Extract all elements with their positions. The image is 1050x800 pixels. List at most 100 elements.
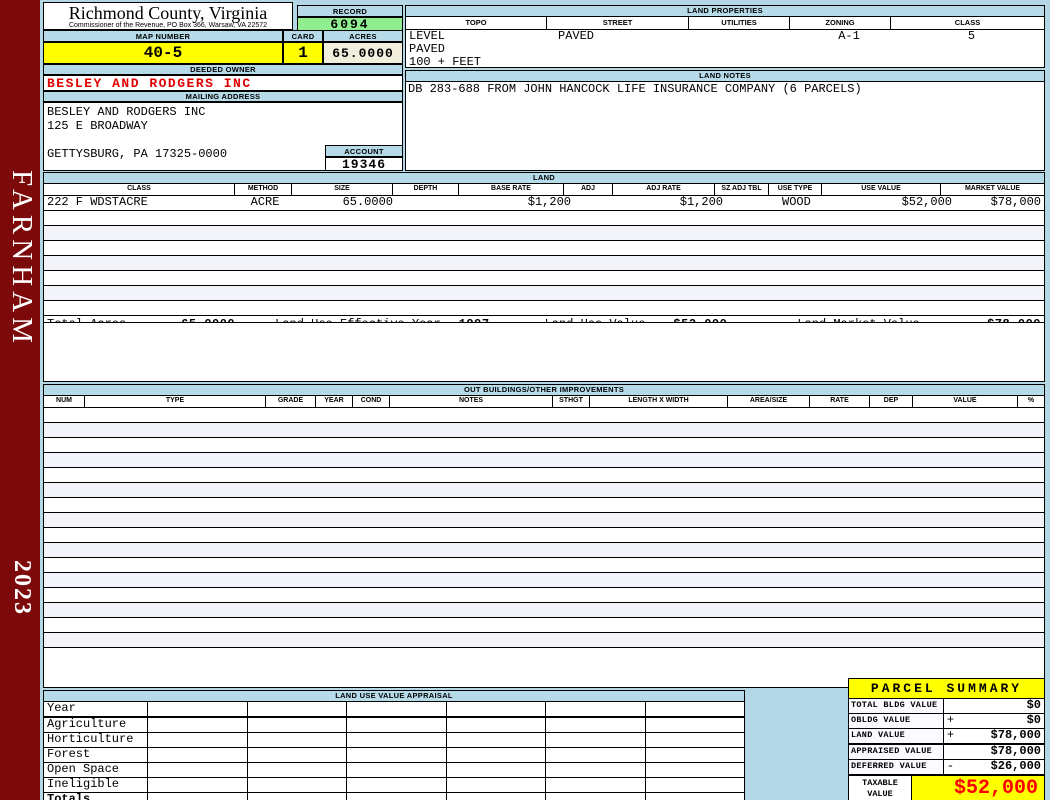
deeded-owner-value: BESLEY AND RODGERS INC (43, 75, 403, 91)
utilities-value (699, 30, 799, 69)
col-area-size: AREA/SIZE (728, 396, 810, 407)
commissioner-line: Commissioner of the Revenue, PO Box 366,… (68, 22, 268, 29)
appraisal-row-open-space: Open Space (44, 763, 744, 778)
operator: - (946, 759, 955, 773)
col-notes: NOTES (390, 396, 553, 407)
col-topo: TOPO (406, 17, 547, 29)
empty-row (44, 256, 1044, 271)
col-base-rate: BASE RATE (459, 184, 564, 195)
col-length-width: LENGTH X WIDTH (590, 396, 728, 407)
appraisal-row-forest: Forest (44, 748, 744, 763)
card-header: CARD (283, 30, 323, 42)
empty-row (44, 286, 1044, 301)
empty-row (44, 573, 1044, 588)
account-header: ACCOUNT (325, 145, 403, 157)
operator: + (946, 713, 955, 727)
parcel-summary-row-taxable: TAXABLE VALUE $52,000 (849, 776, 1044, 800)
empty-row (44, 301, 1044, 316)
empty-row (44, 528, 1044, 543)
land-properties-table: LAND PROPERTIES TOPO STREET UTILITIES ZO… (405, 5, 1045, 69)
acres-value: 65.0000 (323, 42, 403, 64)
topo-values: LEVEL PAVED 100 + FEET (409, 30, 482, 69)
card-value: 1 (283, 42, 323, 64)
appraisal-row-totals: Totals (44, 793, 744, 800)
empty-row (44, 498, 1044, 513)
account-value: 19346 (325, 157, 403, 171)
col-utilities: UTILITIES (689, 17, 790, 29)
col-depth: DEPTH (393, 184, 459, 195)
col-class: CLASS (954, 18, 981, 27)
record-header: RECORD (297, 5, 403, 17)
class-value: 5 (967, 30, 976, 43)
col-use-value: USE VALUE (822, 184, 941, 195)
out-buildings-columns: NUM TYPE GRADE YEAR COND NOTES STHGT LEN… (44, 396, 1044, 408)
empty-row (44, 618, 1044, 633)
col-rate: RATE (810, 396, 870, 407)
appraisal-row-year: Year (44, 702, 744, 718)
col-year: YEAR (316, 396, 353, 407)
col-type: TYPE (85, 396, 266, 407)
address-line: 125 E BROADWAY (47, 119, 148, 133)
land-table-title: LAND (44, 173, 1044, 184)
empty-row (44, 271, 1044, 286)
empty-row (44, 633, 1044, 648)
deeded-owner-header: DEEDED OWNER (43, 64, 403, 75)
out-buildings-title: OUT BUILDINGS/OTHER IMPROVEMENTS (44, 385, 1044, 396)
appraisal-row-agriculture: Agriculture (44, 718, 744, 733)
empty-row (44, 241, 1044, 256)
col-dep: DEP (870, 396, 913, 407)
empty-row (44, 211, 1044, 226)
col-method: METHOD (235, 184, 292, 195)
col-size: SIZE (292, 184, 393, 195)
col-class: CLASS (44, 184, 235, 195)
land-properties-title: LAND PROPERTIES (406, 6, 1044, 17)
county-title-box: Richmond County, Virginia Commissioner o… (43, 2, 293, 30)
col-use-type: USE TYPE (769, 184, 822, 195)
land-row: 222 F WDSTACRE ACRE 65.0000 $1,200 $1,20… (44, 196, 1044, 211)
land-notes-box: LAND NOTES DB 283-688 FROM JOHN HANCOCK … (405, 70, 1045, 171)
map-number-header: MAP NUMBER (43, 30, 283, 42)
empty-row (44, 603, 1044, 618)
empty-row (44, 453, 1044, 468)
empty-row (44, 423, 1044, 438)
col-cond: COND (353, 396, 390, 407)
operator (944, 699, 957, 713)
parcel-summary-row-appraised: APPRAISED VALUE $78,000 (849, 745, 1044, 760)
empty-row (44, 513, 1044, 528)
land-use-appraisal-title: LAND USE VALUE APPRAISAL (44, 691, 744, 702)
col-street: STREET (547, 17, 689, 29)
col-sthgt: STHGT (553, 396, 590, 407)
col-adj-rate: ADJ RATE (613, 184, 715, 195)
empty-row (44, 543, 1044, 558)
zoning-value: A-1 (838, 30, 860, 43)
parcel-summary-row-land-value: LAND VALUE + $78,000 (849, 729, 1044, 745)
land-properties-columns: TOPO STREET UTILITIES ZONING CLASS (406, 17, 1044, 30)
blank-panel (43, 322, 1045, 382)
col-pct-comp: % COMP (1027, 397, 1035, 404)
land-table: LAND CLASS METHOD SIZE DEPTH BASE RATE A… (43, 172, 1045, 334)
empty-row (44, 408, 1044, 423)
empty-row (44, 226, 1044, 241)
parcel-summary-title: PARCEL SUMMARY (849, 679, 1044, 699)
parcel-summary-row-obldg: OBLDG VALUE + $0 (849, 714, 1044, 729)
operator (944, 745, 957, 759)
mailing-address-header: MAILING ADDRESS (43, 91, 403, 102)
col-num: NUM (44, 396, 85, 407)
record-value: 6094 (297, 17, 403, 31)
district-name: FARNHAM (6, 170, 38, 348)
tax-year: 2023 (9, 560, 35, 616)
empty-row (44, 438, 1044, 453)
acres-header: ACRES (323, 30, 403, 42)
operator: + (946, 728, 955, 742)
property-record-card: FARNHAM 2023 Richmond County, Virginia C… (0, 0, 1050, 800)
col-market-value: MARKET VALUE (964, 185, 1021, 192)
empty-row (44, 588, 1044, 603)
parcel-summary: PARCEL SUMMARY TOTAL BLDG VALUE $0 OBLDG… (848, 678, 1045, 800)
empty-row (44, 468, 1044, 483)
land-notes-text: DB 283-688 FROM JOHN HANCOCK LIFE INSURA… (408, 82, 862, 96)
col-grade: GRADE (266, 396, 316, 407)
appraisal-row-ineligible: Ineligible (44, 778, 744, 793)
col-zoning: ZONING (790, 17, 891, 29)
district-sidebar: FARNHAM 2023 (0, 0, 40, 800)
parcel-summary-row-deferred: DEFERRED VALUE - $26,000 (849, 760, 1044, 776)
